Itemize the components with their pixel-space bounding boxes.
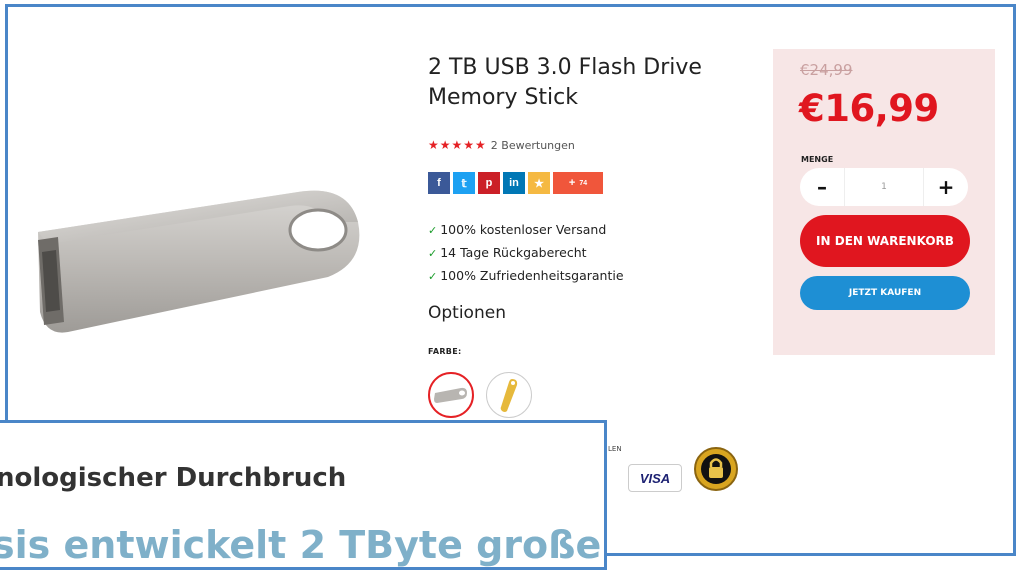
check-icon: ✓ [428, 224, 438, 237]
share-count: 74 [579, 179, 588, 187]
silver-stick-icon [434, 387, 467, 403]
add-to-cart-button[interactable]: IN DEN WARENKORB [800, 215, 970, 267]
share-bar: f 𝕥 p in ★ + 74 [428, 172, 603, 194]
check-icon: ✓ [428, 270, 438, 283]
current-price: €16,99 [799, 87, 939, 130]
product-title: 2 TB USB 3.0 Flash Drive Memory Stick [428, 55, 702, 110]
more-share-plus-icon: + [568, 177, 576, 189]
old-price: €24,99 [800, 61, 853, 79]
quantity-increase-button[interactable]: + [924, 175, 968, 199]
article-heading: nologischer Durchbruch [0, 463, 347, 493]
article-snippet-overlay: nologischer Durchbruch sis entwickelt 2 … [0, 420, 607, 570]
product-image [38, 190, 360, 333]
facebook-share-icon[interactable]: f [428, 172, 450, 194]
benefit-item: ✓ 14 Tage Rückgaberecht [428, 245, 587, 260]
visa-icon: VISA [628, 464, 682, 492]
linkedin-share-icon[interactable]: in [503, 172, 525, 194]
twitter-share-icon[interactable]: 𝕥 [453, 172, 475, 194]
pinterest-share-icon[interactable]: p [478, 172, 500, 194]
buy-now-button[interactable]: JETZT KAUFEN [800, 276, 970, 310]
options-heading: Optionen [428, 303, 506, 323]
quantity-decrease-button[interactable]: – [800, 175, 844, 199]
benefits-list: ✓ 100% kostenloser Versand ✓ 14 Tage Rückg… [428, 219, 624, 288]
gold-stick-icon [500, 379, 518, 412]
check-icon: ✓ [428, 247, 438, 260]
more-share-button[interactable]: + 74 [553, 172, 603, 194]
rating[interactable]: ★★★★★ 2 Bewertungen [428, 138, 575, 152]
quantity-label: MENGE [801, 155, 834, 164]
quantity-stepper: – 1 + [800, 168, 968, 206]
benefit-item: ✓ 100% Zufriedenheitsgarantie [428, 268, 624, 283]
color-swatch-gold[interactable] [486, 372, 532, 418]
buy-box: €24,99 €16,99 MENGE – 1 + IN DEN WARENKO… [773, 49, 995, 355]
color-swatch-silver[interactable] [428, 372, 474, 418]
benefit-item: ✓ 100% kostenloser Versand [428, 222, 607, 237]
payment-label: LEN [608, 445, 622, 453]
article-headline: sis entwickelt 2 TByte große [0, 523, 602, 567]
favorite-star-icon[interactable]: ★ [528, 172, 550, 194]
rating-stars-icon: ★★★★★ [428, 138, 487, 152]
color-label: FARBE: [428, 347, 462, 356]
rating-count[interactable]: 2 Bewertungen [491, 139, 575, 152]
quantity-input[interactable]: 1 [844, 168, 924, 206]
secure-checkout-seal-icon [694, 447, 738, 491]
